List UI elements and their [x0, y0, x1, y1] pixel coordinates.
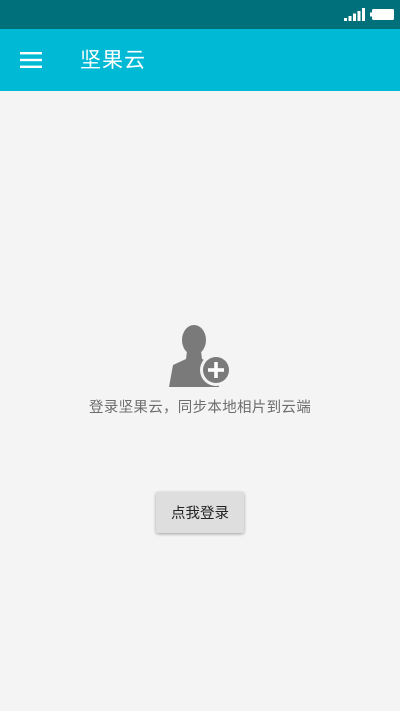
battery-icon: [370, 9, 394, 20]
login-button[interactable]: 点我登录: [156, 492, 244, 533]
menu-icon: [20, 52, 42, 68]
login-prompt-text: 登录坚果云，同步本地相片到云端: [89, 400, 311, 416]
app-title: 坚果云: [80, 48, 146, 72]
status-bar: [0, 0, 400, 29]
signal-icon: [344, 8, 365, 21]
menu-button[interactable]: [12, 41, 50, 79]
app-bar: 坚果云: [0, 29, 400, 91]
user-add-icon: [169, 325, 232, 387]
